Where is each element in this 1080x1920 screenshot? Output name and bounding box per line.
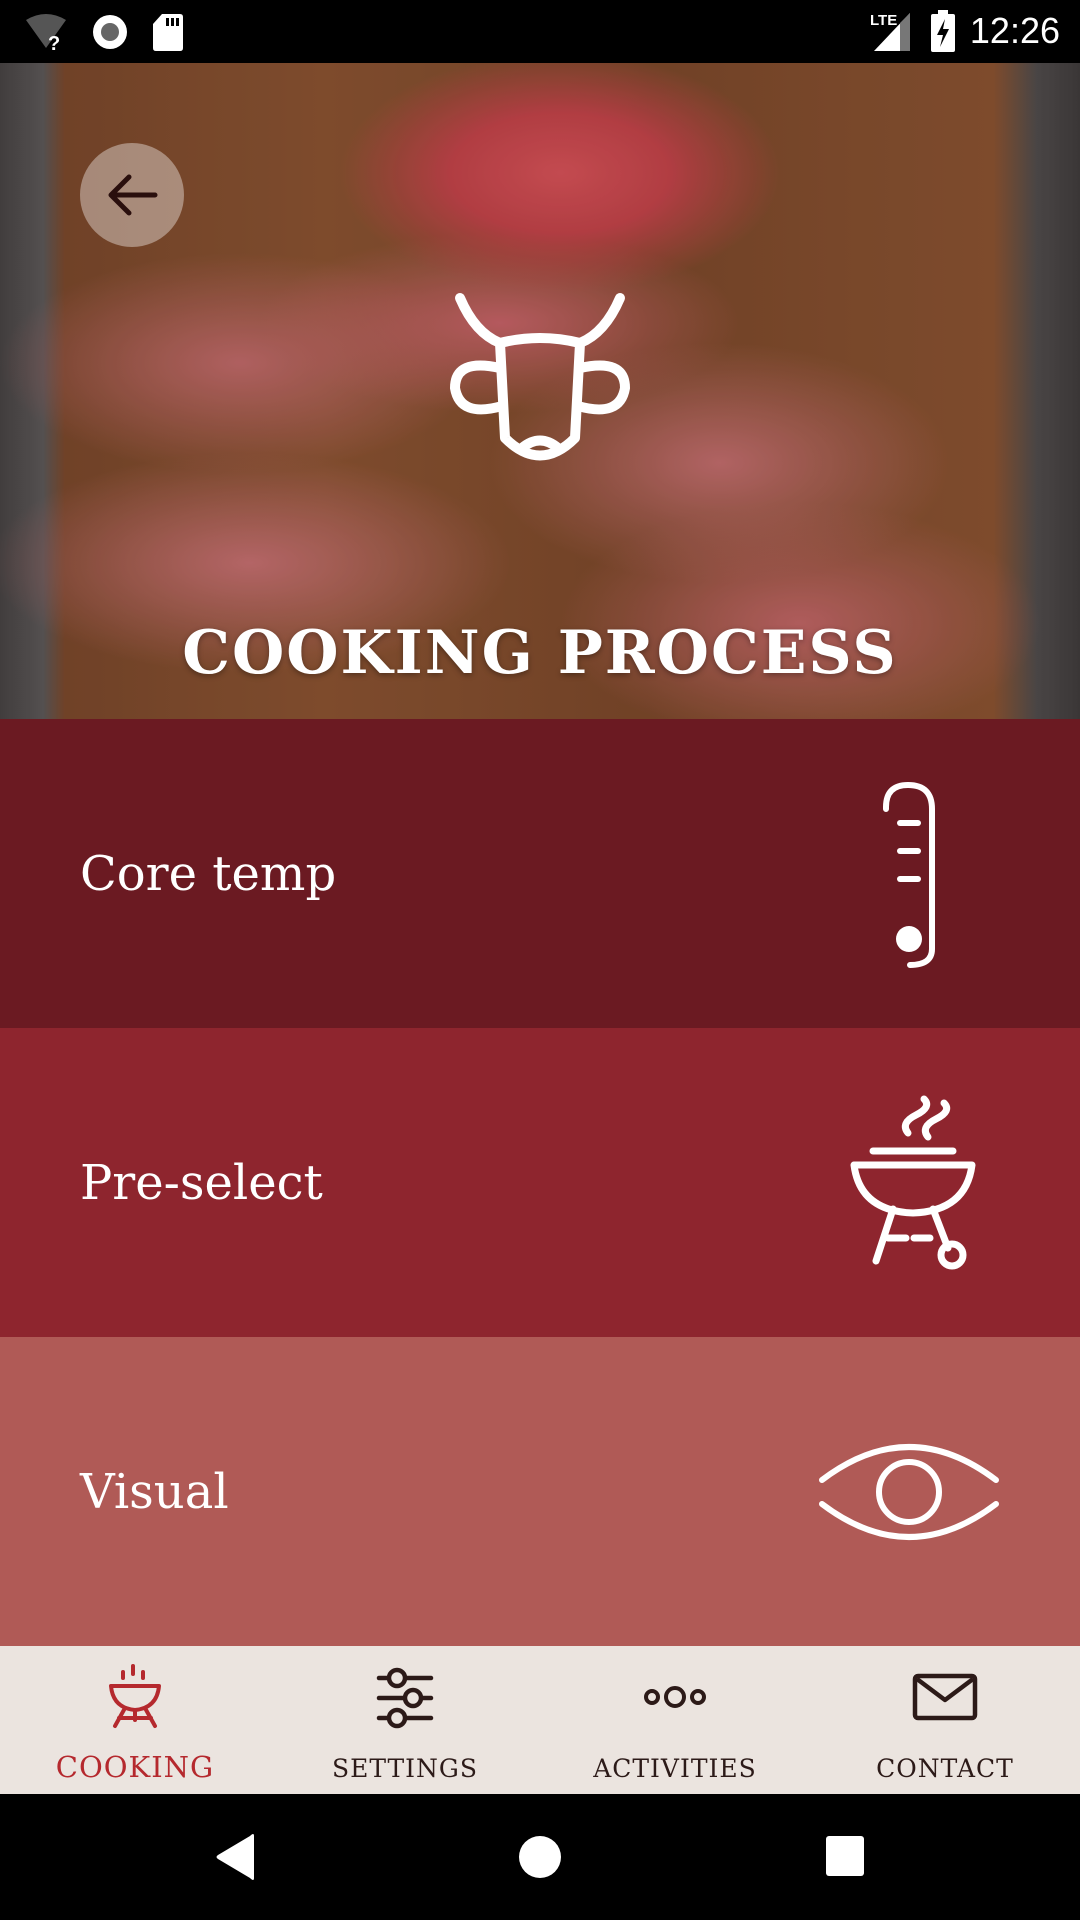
option-label: Visual — [80, 1463, 229, 1520]
sliders-icon — [376, 1667, 434, 1729]
status-left-icons: ? — [24, 10, 184, 54]
status-bar: ? LTE 12:26 — [0, 0, 1080, 63]
system-navigation-bar — [0, 1794, 1080, 1920]
status-right-icons: LTE 12:26 — [870, 8, 1060, 54]
back-button[interactable] — [80, 143, 184, 247]
arrow-left-icon — [108, 174, 158, 216]
grill-icon — [850, 1095, 976, 1269]
page-title: COOKING PROCESS — [182, 618, 898, 688]
recents-square-icon[interactable] — [824, 1832, 866, 1880]
nav-label: ACTIVITIES — [593, 1754, 757, 1783]
option-pre-select[interactable]: Pre-select — [0, 1028, 1080, 1337]
wifi-unknown-icon: ? — [26, 14, 66, 52]
nav-label: CONTACT — [876, 1754, 1014, 1783]
hero-banner: COOKING PROCESS — [0, 63, 1080, 719]
record-icon — [93, 15, 127, 49]
option-label: Core temp — [80, 845, 337, 902]
envelope-icon — [912, 1673, 978, 1721]
nav-label: SETTINGS — [331, 1754, 479, 1783]
nav-tab-settings[interactable]: SETTINGS — [270, 1646, 540, 1794]
status-time: 12:26 — [969, 10, 1060, 51]
nav-tab-contact[interactable]: CONTACT — [810, 1646, 1080, 1794]
option-core-temp[interactable]: Core temp — [0, 719, 1080, 1028]
nav-tab-cooking[interactable]: COOKING — [0, 1646, 270, 1794]
nav-label: COOKING — [55, 1750, 215, 1784]
back-triangle-icon[interactable] — [214, 1832, 258, 1882]
thermometer-icon — [883, 781, 935, 968]
battery-charging-icon — [930, 10, 955, 52]
sd-card-icon — [153, 14, 183, 51]
svg-text:LTE: LTE — [870, 12, 897, 29]
eye-icon — [819, 1443, 999, 1540]
option-label: Pre-select — [80, 1154, 323, 1211]
lte-signal-icon: LTE — [870, 12, 910, 51]
three-circles-icon — [644, 1686, 706, 1708]
nav-tab-activities[interactable]: ACTIVITIES — [540, 1646, 810, 1794]
svg-text:?: ? — [48, 33, 60, 52]
bottom-navigation: COOKING SETTINGS ACTIVITIES CONTACT — [0, 1646, 1080, 1794]
home-circle-icon[interactable] — [518, 1832, 562, 1882]
grill-icon — [109, 1664, 161, 1728]
cow-head-icon — [450, 293, 630, 461]
option-visual[interactable]: Visual — [0, 1337, 1080, 1646]
